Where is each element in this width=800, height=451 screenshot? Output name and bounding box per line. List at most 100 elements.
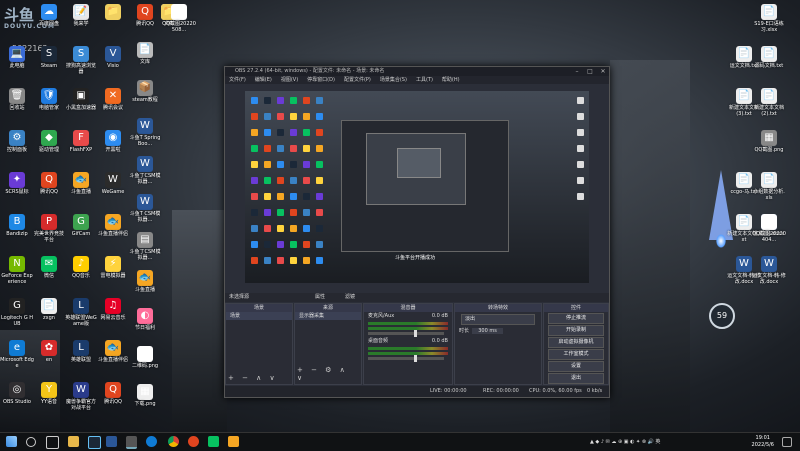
desktop-icon[interactable]: 📄 新建文本文档(2).txt [752,86,786,132]
slider-knob[interactable] [414,355,417,362]
desktop-icon[interactable]: Q 腾讯QQ [32,170,66,216]
app-icon: Q [137,4,153,20]
duration-input[interactable]: 300 ms [472,328,503,334]
desktop-icon[interactable]: 🐟 斗鱼直播伴侣 [96,338,130,384]
desktop-icon[interactable]: W WeGame [96,170,130,216]
menu-item[interactable]: 配置文件(P) [344,77,371,83]
menu-item[interactable]: 帮助(H) [442,77,460,83]
steam-icon[interactable] [88,436,101,449]
desktop-icon[interactable]: W 魔兽争霸官方对战平台 [64,380,98,426]
desktop-icon[interactable]: G Logitech G HUB [0,296,34,342]
desktop-icon[interactable]: ♪ QQ音乐 [64,254,98,300]
menu-item[interactable]: 工具(T) [416,77,433,83]
studio-mode-button[interactable]: 工作室模式 [548,349,604,360]
clock[interactable]: 19:01 2022/5/6 [752,435,774,449]
desktop-icon[interactable]: N GeForce Experience [0,254,34,300]
desktop-icon[interactable]: 📄 ccgo-马.txt [727,170,761,216]
desktop-icon[interactable]: ✉ 微信 [32,254,66,300]
maximize-icon[interactable]: □ [584,67,596,76]
menu-item[interactable]: 视图(V) [281,77,298,83]
desktop-icon[interactable]: ✕ 腾讯会议 [96,86,130,132]
sources-controls[interactable]: + − ⚙ ∧ ∨ [297,366,361,382]
transition-select[interactable]: 淡出 [461,314,535,325]
qq-icon[interactable] [188,436,199,447]
app-icon: 📄 [736,46,752,62]
filters-button[interactable]: 滤镜 [345,293,355,302]
desktop-icon[interactable]: ▦ QQ截图20220404... [752,212,786,258]
obs-window[interactable]: OBS 27.2.4 (64-bit, windows) - 配置文件: 未命名… [224,66,610,398]
desktop-icon[interactable]: F FlashFXP [64,128,98,174]
desktop-icon[interactable]: 🐟 斗鱼直播伴侣 [96,212,130,258]
preview-canvas[interactable]: 斗鱼平台开播成功 [245,91,589,283]
properties-button[interactable]: 属性 [315,293,325,302]
start-recording-button[interactable]: 开始录制 [548,325,604,336]
slider-knob[interactable] [414,330,417,337]
obs-titlebar[interactable]: OBS 27.2.4 (64-bit, windows) - 配置文件: 未命名… [225,67,609,76]
desktop-icon[interactable]: 📁 [96,2,130,48]
volume-slider[interactable] [368,330,444,337]
task-view-icon[interactable] [46,436,59,449]
desktop-icon[interactable]: ◆ 驱动管理 [32,128,66,174]
minimize-icon[interactable]: – [571,67,583,76]
desktop-icon[interactable]: 🛡 电脑管家 [32,86,66,132]
desktop-icon[interactable]: ✦ SCRS鼠标 [0,170,34,216]
desktop-icon[interactable]: 💻 此电脑 [0,44,34,90]
desktop-icon[interactable]: Q 腾讯QQ [96,380,130,426]
desktop-icon[interactable]: 📄 S19-E口语练习.xlsx [752,2,786,48]
desktop-icon[interactable]: S 搜狗高速浏览器 [64,44,98,90]
desktop-icon[interactable]: L 英雄联盟WeGame版 [64,296,98,342]
source-item[interactable]: 显示器采集 [295,312,361,320]
scenes-controls[interactable]: + − ∧ ∨ [228,374,278,382]
search-icon[interactable] [26,437,36,447]
desktop-icon-label: 控制面板 [6,147,27,153]
desktop-icon[interactable]: ♫ 网易云音乐 [96,296,130,342]
stop-streaming-button[interactable]: 停止推流 [548,313,604,324]
exit-button[interactable]: 退出 [548,373,604,384]
file-explorer-icon[interactable] [68,436,79,447]
desktop-icon[interactable]: 📄 源码文档.txt [752,44,786,90]
desktop-icon[interactable]: ▦ 下载.png [128,382,162,428]
desktop-icon[interactable]: P 完美世界竞技平台 [32,212,66,258]
volume-slider[interactable] [368,355,444,362]
desktop-icon[interactable]: S Steam [32,44,66,90]
desktop-icon[interactable]: Y YY语音 [32,380,66,426]
desktop-icon[interactable]: 📝 我来学 [64,2,98,48]
start-icon[interactable] [6,436,17,447]
notifications-icon[interactable] [782,437,792,447]
mixer-track: 麦克风/Aux 0.0 dB [364,312,452,337]
percent-badge[interactable]: 59 [709,303,735,329]
desktop-icon[interactable]: ◎ OBS Studio [0,380,34,426]
desktop-icon[interactable]: e Microsoft Edge [0,338,34,384]
desktop-icon[interactable]: ⚙ 控制面板 [0,128,34,174]
desktop-icon[interactable]: B Bandizip [0,212,34,258]
desktop-icon[interactable]: L 英雄联盟 [64,338,98,384]
menu-item[interactable]: 停靠窗口(D) [307,77,335,83]
desktop-icon[interactable]: V Visio [96,44,130,90]
word-icon[interactable] [106,436,117,447]
wechat-icon[interactable] [208,436,219,447]
chrome-icon[interactable] [168,436,179,447]
desktop-icon[interactable]: 📄 zxgn [32,296,66,342]
desktop-icon[interactable]: ▦ QQ截图.png [752,128,786,174]
tray-icons[interactable]: ▲ ◆ ♪ ✉ ☁ ⊕ ▣ ◐ ✦ ⊗ 🔊 英 [590,433,660,451]
desktop-icon[interactable]: G GifCam [64,212,98,258]
desktop-icon[interactable]: ▣ 小黑盒加速器 [64,86,98,132]
settings-button[interactable]: 设置 [548,361,604,372]
desktop-icon[interactable]: 🗑 回收站 [0,86,34,132]
scene-item[interactable]: 场景 [226,312,292,320]
desktop-icon[interactable]: ⚡ 雷电模拟器 [96,254,130,300]
desktop-icon[interactable]: ◉ 开黑啦 [96,128,130,174]
menu-item[interactable]: 编辑(E) [255,77,272,83]
douyu-icon[interactable] [228,436,239,447]
desktop-icon[interactable]: ☁ 百度网盘 [32,2,66,48]
desktop-icon[interactable]: ▦ QQ截图20220508... [162,2,196,48]
edge-icon[interactable] [146,436,157,447]
desktop-icon[interactable]: ✿ en [32,338,66,384]
menu-item[interactable]: 场景集合(S) [380,77,407,83]
desktop-icon[interactable]: 🐟 斗鱼直播 [64,170,98,216]
obs-icon[interactable] [126,436,137,449]
virtual-camera-button[interactable]: 启动虚拟摄像机 [548,337,604,348]
menu-item[interactable]: 文件(F) [229,77,246,83]
desktop-icon[interactable]: W 运文文档-韩-修改.docx [752,254,786,300]
close-icon[interactable]: ✕ [597,67,609,76]
